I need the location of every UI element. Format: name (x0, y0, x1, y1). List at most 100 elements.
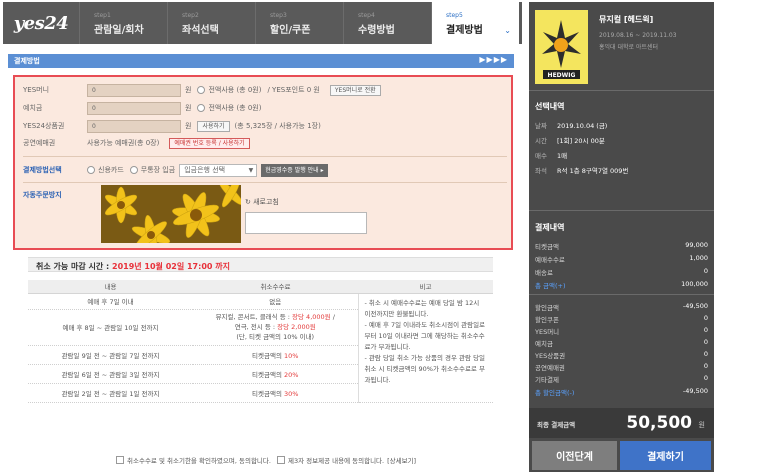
use-all-checkbox[interactable] (197, 104, 206, 112)
step-tab-4[interactable]: step4 수령방법 (343, 2, 431, 44)
register-voucher-button[interactable]: 예매권 번호 등록 / 사용하기 (169, 137, 250, 149)
cancel-fee-table: 내용 취소수수료 비고 예매 후 7일 이내 없음 - 취소 시 예매수수료는 … (28, 280, 493, 403)
giftcard-input[interactable]: 0 (87, 119, 181, 133)
yesmoney-label: YES머니 (23, 86, 50, 94)
final-amount-label: 최종 결제금액 (537, 421, 576, 429)
section-title: 결제방법 (14, 57, 40, 65)
yesmoney-input[interactable]: 0 (87, 83, 181, 97)
info-key: 날짜 (535, 122, 547, 130)
step-header: yes24 step1 관람일/회차 step2 좌석선택 step3 할인/쿠… (3, 2, 522, 44)
info-key: 매수 (535, 152, 547, 160)
cancel-deadline-bar: 취소 가능 마감 시간 : 2019년 10월 02일 17:00 까지 (28, 257, 493, 272)
refresh-label: 새로고침 (253, 198, 279, 206)
credit-card-radio[interactable] (87, 166, 95, 174)
yes24-logo[interactable]: yes24 (3, 2, 79, 44)
info-value: R석 1층 8구역7열 009번 (557, 167, 629, 175)
discount-value: 0 (703, 374, 708, 382)
discount-value: -49,500 (682, 387, 708, 395)
discount-value: 0 (703, 314, 708, 322)
agreement-row: 취소수수료 및 취소기한을 확인하였으며, 동의합니다. 제3자 정보제공 내용… (110, 455, 416, 465)
captcha-refresh-button[interactable]: ↻ 새로고침 (245, 197, 279, 207)
deposit-label: 예치금 (23, 104, 43, 112)
step-tab-3[interactable]: step3 할인/쿠폰 (255, 2, 343, 44)
step-tab-1[interactable]: step1 관람일/회차 (79, 2, 167, 44)
discount-value: 0 (703, 326, 708, 334)
final-amount-unit: 원 (698, 421, 705, 429)
fee-text: (단, 티켓 금액의 10% 이내) (236, 333, 315, 341)
info-value: 1매 (557, 152, 568, 160)
discount-key: 할인쿠폰 (535, 316, 559, 324)
fee-text: 연극, 전시 등 : (234, 323, 278, 331)
selection-row: 시간 [1회] 20시 00분 (535, 135, 605, 145)
summary-row: 티켓금액 99,000 (535, 241, 708, 251)
divider (23, 182, 507, 183)
final-amount-box: 최종 결제금액 50,500 원 (529, 408, 714, 438)
discount-row: YES머니 0 (535, 326, 708, 336)
summary-total-row: 총 금액(+) 100,000 (535, 280, 708, 290)
unit-label: 원 (185, 122, 192, 130)
summary-value: 99,000 (685, 241, 708, 249)
summary-key: 총 금액(+) (535, 282, 566, 290)
period-cell: 관람일 6일 전 ~ 관람일 3일 전까지 (28, 364, 193, 384)
fee-amount: 10% (284, 351, 299, 360)
yesmoney-row: YES머니 0 원 전액사용 (총 0원) / YES포인트 0 원 YES머니… (15, 81, 381, 99)
bank-select[interactable]: 입금은행 선택 ▼ (179, 163, 258, 177)
step-label: 좌석선택 (182, 25, 219, 36)
cash-receipt-button[interactable]: 현금영수증 발행 안내 ▸ (261, 163, 328, 177)
discount-key: YES머니 (535, 328, 560, 336)
use-giftcard-button[interactable]: 사용하기 (197, 120, 230, 132)
period-cell: 예매 후 8일 ~ 관람일 10일 전까지 (28, 309, 193, 346)
step-number: step5 (446, 12, 463, 19)
selection-row: 날짜 2019.10.04 (금) (535, 120, 607, 130)
voucher-label: 공연예매권 (23, 139, 56, 147)
period-cell: 관람일 9일 전 ~ 관람일 7일 전까지 (28, 345, 193, 365)
chevron-down-icon: ▼ (248, 166, 254, 174)
bank-select-value: 입금은행 선택 (184, 165, 226, 174)
agree-cancel-checkbox[interactable] (116, 456, 124, 464)
agree-thirdparty-label: 제3자 정보제공 내용에 동의합니다. (287, 457, 385, 465)
bank-transfer-label: 무통장 입금 (140, 166, 176, 174)
agree-thirdparty-checkbox[interactable] (276, 456, 285, 464)
discount-key: 할인금액 (535, 304, 559, 312)
arrows-icon: ▶▶▶▶ (479, 55, 508, 64)
details-link[interactable]: [상세보기] (387, 455, 416, 465)
fee-cell: 티켓금액의 30% (193, 383, 358, 403)
discount-total-row: 총 할인금액(-) -49,500 (535, 387, 708, 397)
period-cell: 관람일 2일 전 ~ 관람일 1일 전까지 (28, 383, 193, 403)
summary-row: 예매수수료 1,000 (535, 254, 708, 264)
convert-yesmoney-button[interactable]: YES머니로 전환 (329, 84, 381, 96)
bank-transfer-radio[interactable] (129, 166, 138, 174)
info-key: 좌석 (535, 167, 547, 175)
step-number: step3 (270, 12, 287, 19)
fee-text: 티켓금액의 (252, 370, 284, 379)
deadline-prefix: 취소 가능 마감 시간 : (36, 262, 113, 271)
discount-row: YES상품권 0 (535, 350, 708, 360)
fee-amount: 장당 4,000원 (292, 313, 331, 321)
step-tab-5-active[interactable]: step5 결제방법 ⌄ (431, 2, 519, 44)
captcha-input[interactable] (245, 212, 367, 234)
chevron-down-icon[interactable]: ⌄ (504, 26, 511, 35)
yespoint-info: / YES포인트 0 원 (267, 86, 320, 94)
summary-value: 100,000 (681, 280, 708, 288)
fee-cell: 뮤지컬, 콘서트, 클래식 등 : 장당 4,000원 / 연극, 전시 등 :… (193, 309, 358, 346)
discount-row: 할인금액 -49,500 (535, 302, 708, 312)
use-all-checkbox[interactable] (197, 86, 206, 94)
step-tab-2[interactable]: step2 좌석선택 (167, 2, 255, 44)
pay-button[interactable]: 결제하기 (620, 441, 711, 470)
divider (529, 210, 714, 211)
show-poster: HEDWIG (535, 10, 588, 84)
divider (529, 90, 714, 91)
summary-value: 0 (703, 267, 708, 275)
fee-text: 티켓금액의 (252, 389, 284, 398)
discount-key: 총 할인금액(-) (535, 389, 575, 397)
fee-cell: 없음 (193, 293, 358, 310)
previous-step-button[interactable]: 이전단계 (532, 441, 617, 470)
step-number: step2 (182, 12, 199, 19)
summary-key: 티켓금액 (535, 243, 559, 251)
selection-row: 매수 1매 (535, 150, 567, 160)
discount-row: 기타결제 0 (535, 374, 708, 384)
fee-amount: 30% (284, 389, 299, 398)
method-label: 결제방법선택 (23, 166, 62, 174)
table-header: 비고 (358, 280, 493, 294)
deposit-input[interactable]: 0 (87, 101, 181, 115)
